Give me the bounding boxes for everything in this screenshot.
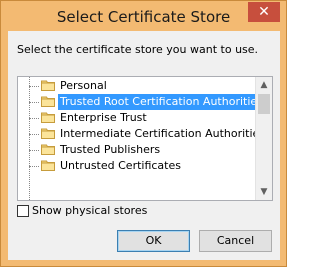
scroll-up-icon[interactable]: ▲ — [256, 77, 272, 93]
folder-icon — [41, 80, 55, 91]
tree-item-trusted-root[interactable]: Trusted Root Certification Authorities — [18, 94, 265, 110]
tree-item-label: Trusted Root Certification Authorities — [58, 94, 265, 110]
certificate-store-tree[interactable]: Personal Trusted Root Certification Auth… — [17, 76, 273, 201]
tree-item-label: Untrusted Certificates — [60, 159, 181, 172]
tree-item-trusted-publishers[interactable]: Trusted Publishers — [18, 142, 258, 158]
cancel-button[interactable]: Cancel — [199, 230, 272, 252]
close-icon: ✕ — [258, 4, 270, 20]
tree-item-label: Enterprise Trust — [60, 111, 147, 124]
tree-item-enterprise-trust[interactable]: Enterprise Trust — [18, 110, 258, 126]
tree-item-untrusted[interactable]: Untrusted Certificates — [18, 158, 258, 174]
folder-icon — [41, 128, 55, 139]
vertical-scrollbar[interactable]: ▲ ▼ — [255, 77, 272, 200]
dialog-body: Select the certificate store you want to… — [8, 31, 280, 260]
folder-icon — [41, 160, 55, 171]
scroll-down-icon[interactable]: ▼ — [256, 184, 272, 200]
tree-item-label: Personal — [60, 79, 107, 92]
folder-icon — [41, 96, 55, 107]
show-physical-stores-checkbox[interactable] — [17, 205, 29, 217]
dialog-window: Select Certificate Store ✕ Select the ce… — [0, 0, 287, 267]
instruction-text: Select the certificate store you want to… — [17, 43, 259, 56]
folder-icon — [41, 144, 55, 155]
close-button[interactable]: ✕ — [248, 2, 280, 22]
tree-item-label: Intermediate Certification Authorities — [60, 127, 266, 140]
ok-button[interactable]: OK — [117, 230, 190, 252]
tree-item-personal[interactable]: Personal — [18, 78, 258, 94]
scroll-thumb[interactable] — [258, 94, 270, 114]
window-title: Select Certificate Store — [56, 8, 231, 26]
title-bar[interactable]: Select Certificate Store ✕ — [1, 1, 286, 31]
tree-item-intermediate[interactable]: Intermediate Certification Authorities — [18, 126, 265, 142]
show-physical-stores-label[interactable]: Show physical stores — [32, 204, 147, 218]
folder-icon — [41, 112, 55, 123]
tree-item-label: Trusted Publishers — [60, 143, 161, 156]
